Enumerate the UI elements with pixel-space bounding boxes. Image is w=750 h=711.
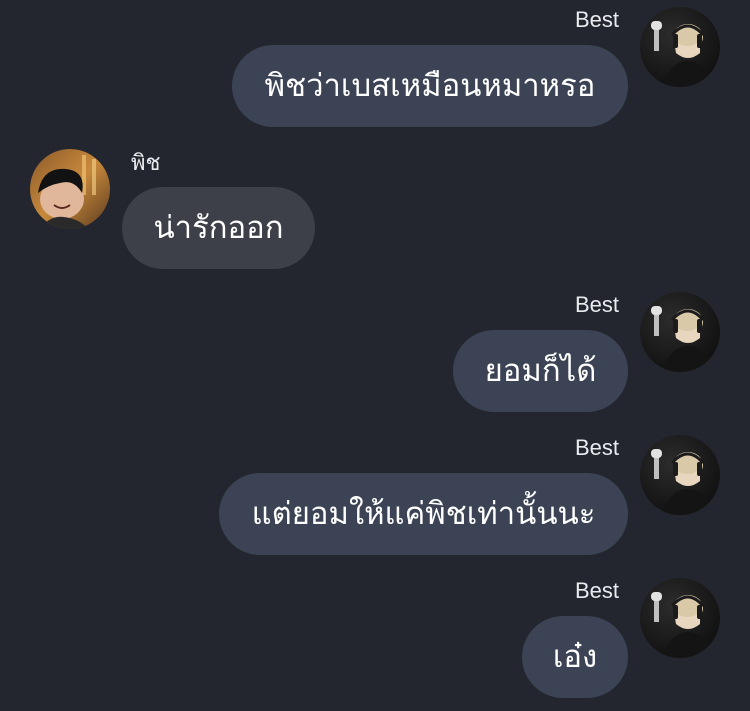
message-bubble[interactable]: เอ๋ง bbox=[522, 616, 628, 698]
message-incoming: พิช น่ารักออก bbox=[0, 140, 750, 275]
message-bubble[interactable]: น่ารักออก bbox=[122, 187, 315, 269]
message-bubble[interactable]: พิชว่าเบสเหมือนหมาหรอ bbox=[232, 45, 628, 127]
best-avatar[interactable] bbox=[640, 292, 720, 372]
chat-thread: Best พิชว่าเบสเหมือนหมาหรอ พิช น่ารักออก… bbox=[0, 0, 750, 711]
message-outgoing: Best พิชว่าเบสเหมือนหมาหรอ bbox=[0, 0, 750, 130]
message-outgoing: Best ยอมก็ได้ bbox=[0, 285, 750, 415]
sender-name: พิช bbox=[131, 150, 161, 175]
sender-name: Best bbox=[574, 435, 619, 460]
best-avatar[interactable] bbox=[640, 435, 720, 515]
message-outgoing: Best แต่ยอมให้แค่พิชเท่านั้นนะ bbox=[0, 428, 750, 558]
sender-name: Best bbox=[574, 7, 619, 32]
message-outgoing: Best เอ๋ง bbox=[0, 571, 750, 701]
sender-name: Best bbox=[574, 578, 619, 603]
best-avatar[interactable] bbox=[640, 578, 720, 658]
pich-avatar[interactable] bbox=[30, 149, 110, 229]
message-bubble[interactable]: แต่ยอมให้แค่พิชเท่านั้นนะ bbox=[219, 473, 628, 555]
sender-name: Best bbox=[574, 292, 619, 317]
best-avatar[interactable] bbox=[640, 7, 720, 87]
message-bubble[interactable]: ยอมก็ได้ bbox=[453, 330, 628, 412]
